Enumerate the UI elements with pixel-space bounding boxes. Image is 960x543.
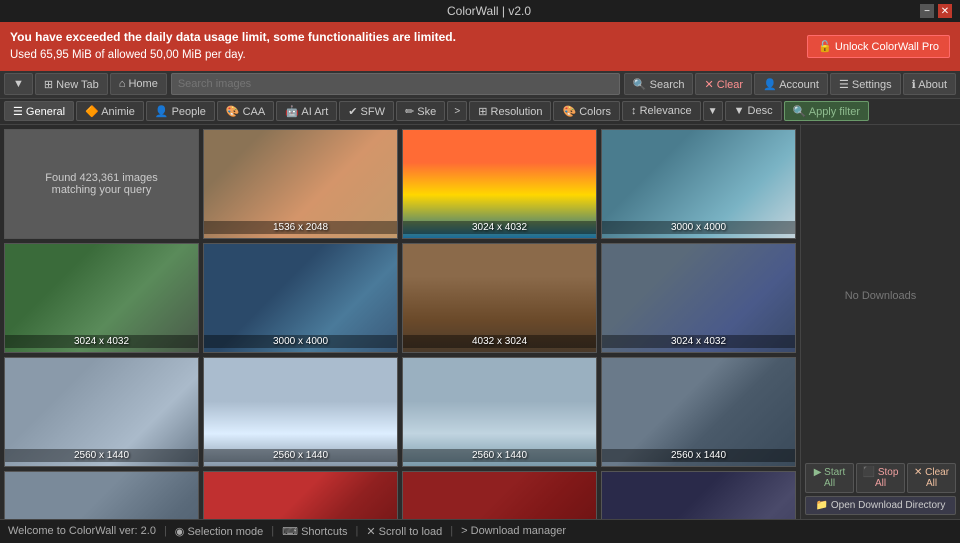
grid-image-1[interactable]: 3024 x 4032 <box>402 129 597 239</box>
filter-caa[interactable]: 🎨 CAA <box>217 101 274 121</box>
image-size-label: 2560 x 1440 <box>602 449 795 462</box>
image-size-label: 3000 x 4000 <box>602 221 795 234</box>
stop-all-button[interactable]: ⬛ Stop All <box>856 463 905 493</box>
banner: You have exceeded the daily data usage l… <box>0 22 960 71</box>
dropdown-button[interactable]: ▼ <box>4 73 33 95</box>
sidebar: No Downloads ▶ Start All ⬛ Stop All ✕ Cl… <box>800 125 960 519</box>
start-all-button[interactable]: ▶ Start All <box>805 463 854 493</box>
selection-mode[interactable]: ◉ Selection mode <box>175 525 263 538</box>
filter-sketches[interactable]: ✏ Ske <box>396 101 445 121</box>
filter-more2-button[interactable]: ▼ <box>703 101 723 121</box>
image-size-label: 1536 x 2048 <box>204 221 397 234</box>
main-area: Found 423,361 images matching your query… <box>0 125 960 519</box>
filter-animie[interactable]: 🔶 Animie <box>76 101 144 121</box>
title-bar-controls: − ✕ <box>920 4 952 18</box>
grid-image-13[interactable] <box>402 471 597 519</box>
status-bar: Welcome to ColorWall ver: 2.0 | ◉ Select… <box>0 519 960 543</box>
banner-line2: Used 65,95 MiB of allowed 50,00 MiB per … <box>10 49 246 61</box>
image-size-label: 4032 x 3024 <box>403 335 596 348</box>
download-manager[interactable]: > Download manager <box>461 525 566 537</box>
dl-row-1: ▶ Start All ⬛ Stop All ✕ Clear All <box>805 463 956 493</box>
scroll-to-load[interactable]: ✕ Scroll to load <box>366 525 442 538</box>
found-images-text: Found 423,361 images matching your query <box>4 129 199 239</box>
grid-image-9[interactable]: 2560 x 1440 <box>402 357 597 467</box>
grid-image-7[interactable]: 2560 x 1440 <box>4 357 199 467</box>
grid-image-5[interactable]: 4032 x 3024 <box>402 243 597 353</box>
shortcuts-button[interactable]: ⌨ Shortcuts <box>282 525 347 538</box>
filter-more-button[interactable]: > <box>447 101 467 121</box>
grid-image-4[interactable]: 3000 x 4000 <box>203 243 398 353</box>
filter-relevance[interactable]: ↕ Relevance <box>622 101 701 121</box>
filter-ai-art[interactable]: 🤖 AI Art <box>276 101 337 121</box>
filter-apply[interactable]: 🔍 Apply filter <box>784 101 870 121</box>
grid-image-10[interactable]: 2560 x 1440 <box>601 357 796 467</box>
sidebar-buttons: ▶ Start All ⬛ Stop All ✕ Clear All 📁 Ope… <box>805 463 956 515</box>
grid-image-12[interactable] <box>203 471 398 519</box>
banner-line1: You have exceeded the daily data usage l… <box>10 30 456 44</box>
filter-sfw[interactable]: ✔ SFW <box>339 101 394 121</box>
image-size-label: 3000 x 4000 <box>204 335 397 348</box>
welcome-text: Welcome to ColorWall ver: 2.0 <box>8 525 156 537</box>
about-button[interactable]: ℹ About <box>903 73 956 95</box>
grid-image-8[interactable]: 2560 x 1440 <box>203 357 398 467</box>
grid-image-6[interactable]: 3024 x 4032 <box>601 243 796 353</box>
open-dir-button[interactable]: 📁 Open Download Directory <box>805 496 956 515</box>
filter-desc[interactable]: ▼ Desc <box>725 101 782 121</box>
grid-image-2[interactable]: 3000 x 4000 <box>601 129 796 239</box>
title-bar: ColorWall | v2.0 − ✕ <box>0 0 960 22</box>
image-size-label: 3024 x 4032 <box>403 221 596 234</box>
image-size-label: 2560 x 1440 <box>204 449 397 462</box>
filter-people[interactable]: 👤 People <box>146 101 215 121</box>
filter-resolution[interactable]: ⊞ Resolution <box>469 101 551 121</box>
grid-image-0[interactable]: 1536 x 2048 <box>203 129 398 239</box>
close-button[interactable]: ✕ <box>938 4 952 18</box>
dl-row-2: 📁 Open Download Directory <box>805 496 956 515</box>
image-grid: Found 423,361 images matching your query… <box>0 125 800 519</box>
grid-image-3[interactable]: 3024 x 4032 <box>4 243 199 353</box>
settings-button[interactable]: ☰ Settings <box>830 73 901 95</box>
clear-button[interactable]: ✕ Clear <box>695 73 752 95</box>
title-bar-title: ColorWall | v2.0 <box>58 4 920 18</box>
image-size-label: 2560 x 1440 <box>5 449 198 462</box>
image-size-label: 2560 x 1440 <box>403 449 596 462</box>
found-count: Found 423,361 images matching your query <box>45 172 158 196</box>
grid-image-11[interactable] <box>4 471 199 519</box>
minimize-button[interactable]: − <box>920 4 934 18</box>
new-tab-button[interactable]: ⊞ New Tab <box>35 73 108 95</box>
image-size-label: 3024 x 4032 <box>5 335 198 348</box>
account-button[interactable]: 👤 Account <box>754 73 828 95</box>
filter-bar: ☰ General 🔶 Animie 👤 People 🎨 CAA 🤖 AI A… <box>0 99 960 125</box>
no-downloads-label: No Downloads <box>805 129 956 463</box>
banner-text: You have exceeded the daily data usage l… <box>10 28 456 65</box>
grid-image-14[interactable] <box>601 471 796 519</box>
search-input[interactable] <box>171 73 620 95</box>
filter-general[interactable]: ☰ General <box>4 101 74 121</box>
search-container <box>171 73 620 95</box>
image-size-label: 3024 x 4032 <box>602 335 795 348</box>
unlock-button[interactable]: 🔓 Unlock ColorWall Pro <box>807 35 950 58</box>
filter-colors[interactable]: 🎨 Colors <box>553 101 620 121</box>
nav-bar: ▼ ⊞ New Tab ⌂ Home 🔍 Search ✕ Clear 👤 Ac… <box>0 71 960 99</box>
search-button[interactable]: 🔍 Search <box>624 73 694 95</box>
home-button[interactable]: ⌂ Home <box>110 73 167 95</box>
clear-all-button[interactable]: ✕ Clear All <box>907 463 956 493</box>
